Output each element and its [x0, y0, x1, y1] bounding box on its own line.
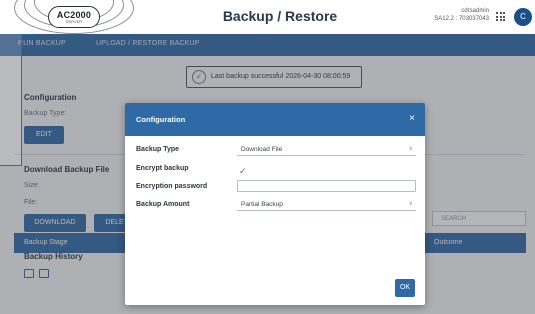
- ac2000-logo: AC2000 SERVER: [14, 0, 134, 34]
- apps-grid-icon[interactable]: [496, 12, 505, 21]
- encrypt-backup-label: Encrypt backup: [136, 165, 189, 172]
- encrypt-backup-checkbox[interactable]: ✓: [239, 166, 247, 177]
- backup-type-select[interactable]: Download File ∨: [237, 143, 416, 156]
- user-info[interactable]: cdrsadmin SA12.2 : 703037043: [434, 7, 489, 23]
- chevron-down-icon: ∨: [408, 146, 413, 152]
- logo-badge: AC2000 SERVER: [48, 6, 100, 28]
- backup-amount-label: Backup Amount: [136, 201, 190, 208]
- side-popout-panel: [0, 34, 22, 166]
- encryption-password-label: Encryption password: [136, 183, 208, 190]
- ok-button[interactable]: OK: [395, 279, 415, 297]
- popout-connector: [22, 34, 35, 35]
- backup-amount-select[interactable]: Partial Backup ∨: [237, 198, 416, 211]
- configuration-dialog: Configuration × Backup Type Download Fil…: [125, 103, 425, 305]
- chevron-down-icon: ∨: [408, 201, 413, 207]
- dialog-title: Configuration: [136, 115, 186, 124]
- close-icon[interactable]: ×: [409, 113, 415, 125]
- backup-amount-value: Partial Backup: [241, 201, 283, 208]
- app-header: AC2000 SERVER Backup / Restore cdrsadmin…: [0, 0, 535, 34]
- backup-type-value: Download File: [241, 146, 283, 153]
- username: cdrsadmin: [461, 8, 489, 14]
- server-info: SA12.2 : 703037043: [434, 16, 489, 22]
- dialog-header: Configuration ×: [125, 103, 425, 136]
- encryption-password-field[interactable]: [237, 180, 416, 192]
- backup-type-label: Backup Type: [136, 146, 180, 153]
- logo-subtext: SERVER: [65, 19, 83, 24]
- user-avatar[interactable]: C: [514, 8, 532, 26]
- page-title: Backup / Restore: [222, 8, 338, 24]
